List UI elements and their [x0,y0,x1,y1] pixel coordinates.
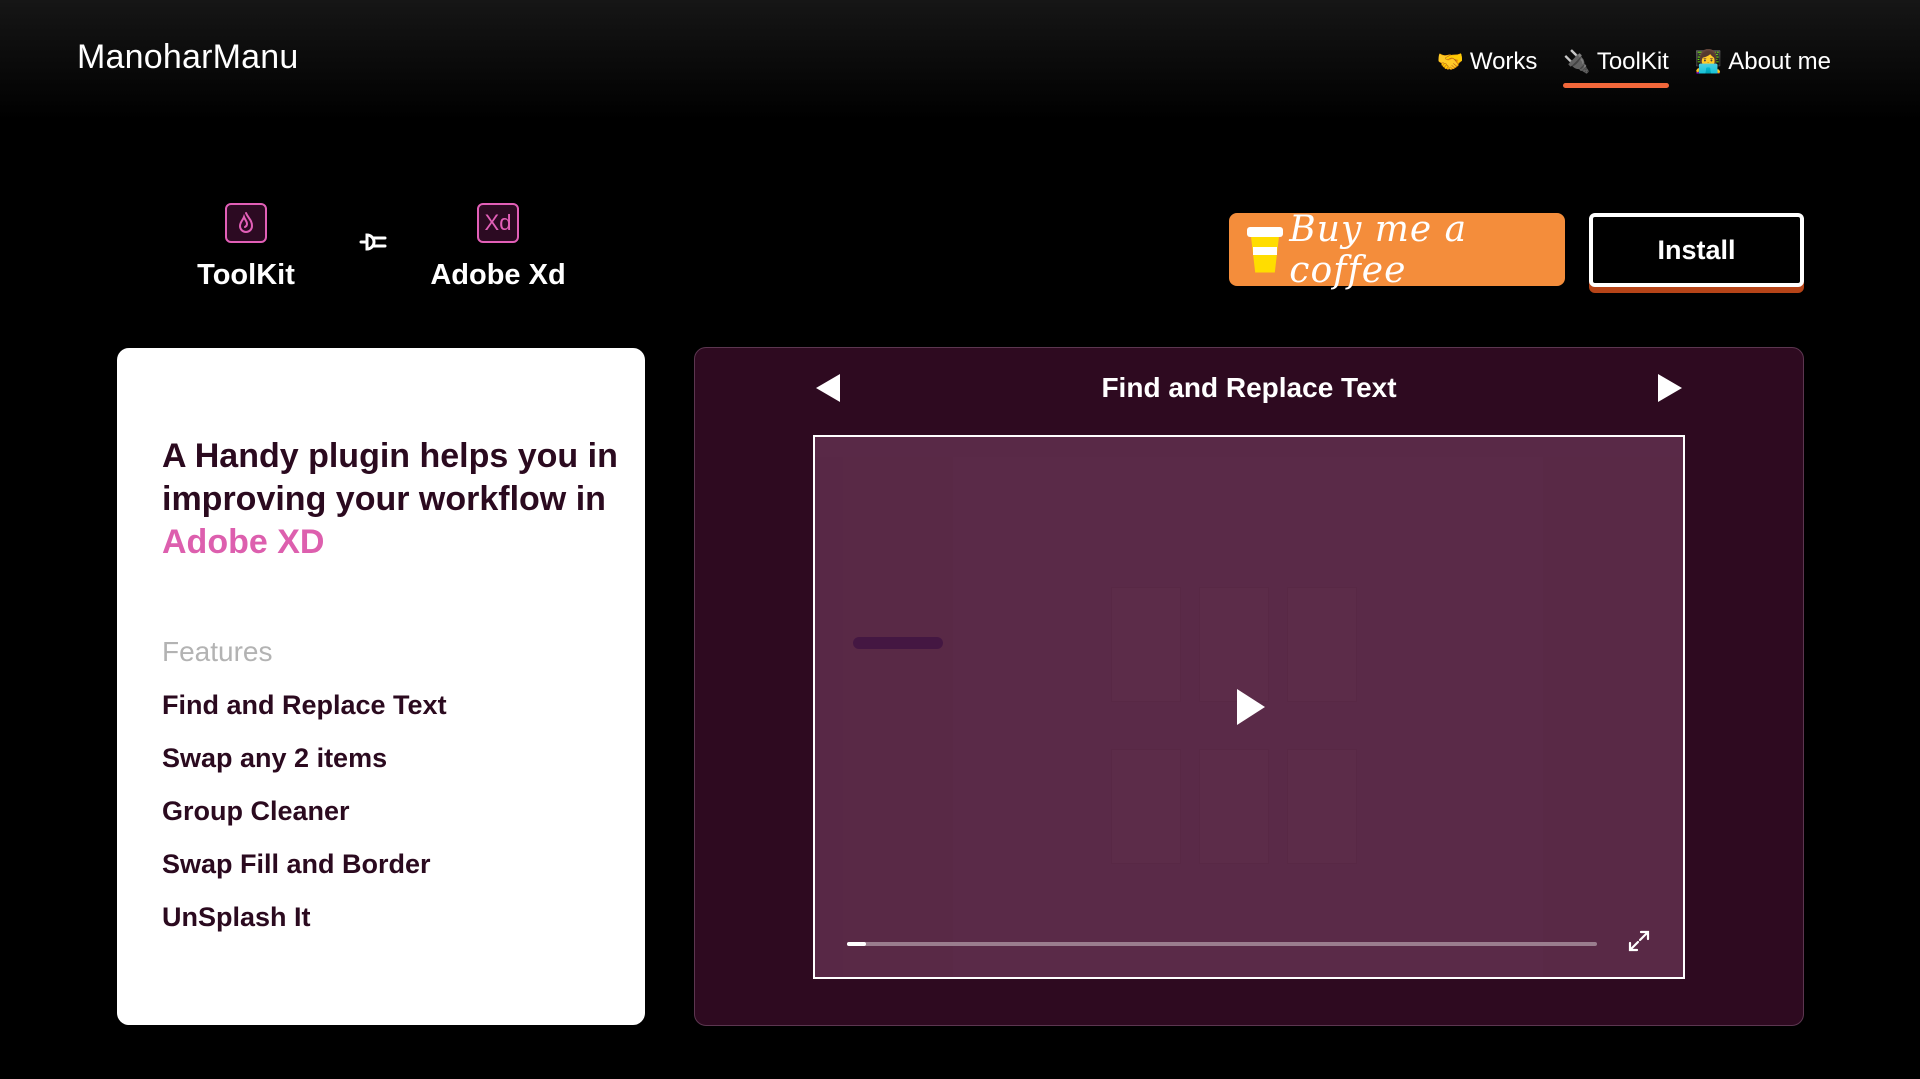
coffee-button-label: Buy me a coffee [1289,208,1468,291]
plugin-headline: A Handy plugin helps you in improving yo… [162,435,622,564]
plug-icon: 🔌 [1563,49,1591,74]
demo-video[interactable] [813,435,1685,979]
main-nav: 🤝 Works 🔌 ToolKit 👩‍💻 About me [1436,48,1831,88]
buy-me-a-coffee-button[interactable]: Buy me a coffee [1229,209,1565,291]
developer-icon: 👩‍💻 [1694,49,1723,74]
nav-about-label: About me [1728,48,1831,75]
nav-works[interactable]: 🤝 Works [1436,48,1537,84]
feature-list: Find and Replace Text Swap any 2 items G… [162,690,447,955]
handshake-icon: 🤝 [1436,49,1464,74]
demo-title: Find and Replace Text [1101,372,1397,403]
features-title: Features [162,636,273,667]
toolkit-badge: ToolKit [196,203,296,292]
video-progress-fill [847,942,866,946]
feature-item[interactable]: Swap any 2 items [162,743,447,796]
coffee-cup-icon [1247,226,1283,273]
adobe-xd-icon: Xd [477,203,519,243]
site-logo[interactable]: ManoharManu [77,38,298,77]
flame-icon [225,203,267,243]
feature-item[interactable]: Group Cleaner [162,796,447,849]
nav-about[interactable]: 👩‍💻 About me [1695,48,1831,84]
nav-works-label: Works [1469,48,1538,75]
feature-demo-panel: Find and Replace Text [694,347,1804,1026]
headline-accent: Adobe XD [162,523,325,561]
nav-toolkit[interactable]: 🔌 ToolKit [1563,48,1670,88]
toolkit-label: ToolKit [197,259,295,291]
plugin-info-card: A Handy plugin helps you in improving yo… [117,348,645,1025]
play-icon[interactable] [1237,689,1265,725]
video-progress-bar[interactable] [847,942,1597,946]
nav-toolkit-label: ToolKit [1596,48,1669,75]
fullscreen-icon[interactable] [1627,929,1651,957]
install-button[interactable]: Install [1589,213,1804,287]
headline-text: A Handy plugin helps you in improving yo… [162,437,618,518]
feature-item[interactable]: Swap Fill and Border [162,849,447,902]
feature-item[interactable]: Find and Replace Text [162,690,447,743]
plug-connector-icon [357,228,389,260]
adobe-xd-label: Adobe Xd [430,259,566,291]
adobe-xd-badge: Xd Adobe Xd [428,203,568,292]
feature-item[interactable]: UnSplash It [162,902,447,955]
site-header: ManoharManu 🤝 Works 🔌 ToolKit 👩‍💻 About … [0,0,1920,120]
next-arrow-icon[interactable] [1658,374,1682,402]
